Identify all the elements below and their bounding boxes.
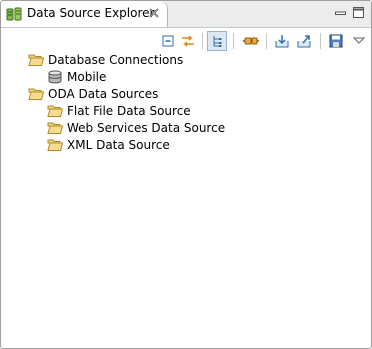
toolbar-separator [266, 33, 267, 49]
toolbar-separator [233, 33, 234, 49]
connect-button[interactable] [241, 31, 261, 51]
collapse-all-icon [162, 35, 174, 47]
close-icon[interactable] [147, 6, 161, 20]
tree-node-label: Database Connections [48, 53, 184, 67]
data-source-explorer-view: Data Source Explorer Database Connection… [0, 0, 372, 349]
toolbar-separator [202, 33, 203, 49]
folder-open-icon [28, 54, 44, 66]
show-tree-button[interactable] [207, 31, 227, 51]
data-source-explorer-icon [6, 7, 22, 21]
folder-open-icon [47, 122, 63, 134]
data-source-explorer-tab[interactable]: Data Source Explorer [1, 1, 168, 27]
view-toolbar [1, 28, 371, 52]
maximize-icon[interactable] [352, 6, 365, 19]
import-icon [275, 35, 289, 48]
tree-view-icon [213, 36, 222, 47]
view-menu-button[interactable] [349, 31, 369, 51]
link-with-editor-button[interactable] [178, 31, 198, 51]
export-icon [297, 35, 311, 48]
view-title: Data Source Explorer [27, 6, 155, 20]
save-button[interactable] [326, 31, 346, 51]
database-icon [48, 70, 62, 84]
view-menu-icon [352, 37, 366, 44]
collapse-all-button[interactable] [158, 31, 178, 51]
toolbar-separator [320, 33, 321, 49]
tree-node-label: ODA Data Sources [48, 87, 159, 101]
folder-open-icon [28, 88, 44, 100]
minimize-icon[interactable] [334, 6, 347, 19]
tree-node-label: Flat File Data Source [67, 104, 191, 118]
import-button[interactable] [272, 31, 292, 51]
link-with-editor-icon [182, 35, 194, 47]
tree-node-label: Web Services Data Source [67, 121, 226, 135]
folder-open-icon [47, 139, 63, 151]
save-icon [329, 34, 343, 48]
tree-node-label: Mobile [67, 70, 107, 84]
tree-node-label: XML Data Source [67, 138, 170, 152]
view-tab-bar: Data Source Explorer [1, 1, 371, 28]
folder-open-icon [47, 105, 63, 117]
connect-plug-icon [243, 37, 259, 45]
export-button[interactable] [294, 31, 314, 51]
